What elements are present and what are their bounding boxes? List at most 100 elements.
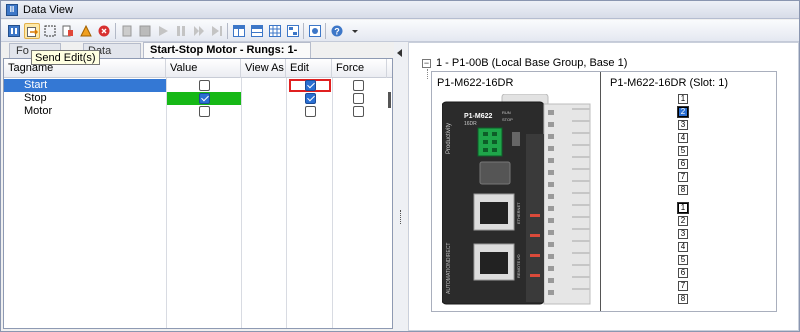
usb-port: [512, 132, 520, 146]
slot-output-2[interactable]: 2: [678, 216, 688, 226]
data-view-app-icon: II: [6, 4, 18, 16]
slot-output-4[interactable]: 4: [678, 242, 688, 252]
toolbar-separator: [325, 23, 326, 39]
slot-output-3[interactable]: 3: [678, 229, 688, 239]
write-icon[interactable]: [78, 23, 94, 39]
view-as-cell[interactable]: [242, 105, 286, 118]
step-forward-icon[interactable]: [191, 23, 207, 39]
pane-splitter[interactable]: [394, 42, 407, 331]
module-model-text: P1-M622: [464, 113, 493, 120]
layout-1-icon[interactable]: [231, 23, 247, 39]
toolbar-separator: [227, 23, 228, 39]
slot-input-6[interactable]: 6: [678, 159, 688, 169]
select-box-icon[interactable]: [42, 23, 58, 39]
tagname-cell-motor[interactable]: Motor: [4, 105, 166, 118]
splitter-grip[interactable]: [400, 210, 401, 224]
slot-input-3[interactable]: 3: [678, 120, 688, 130]
svg-text:?: ?: [334, 27, 340, 37]
edit-cell[interactable]: [287, 105, 332, 118]
slot-input-4[interactable]: 4: [678, 133, 688, 143]
title-bar: II Data View: [1, 1, 799, 19]
toolbar-separator: [303, 23, 304, 39]
force-cell[interactable]: [333, 79, 387, 92]
dropdown-icon[interactable]: [347, 23, 363, 39]
slot-output-8[interactable]: 8: [678, 294, 688, 304]
value-cell[interactable]: [167, 92, 241, 105]
toolbar-separator: [115, 23, 116, 39]
value-checkbox[interactable]: [199, 106, 210, 117]
slot-input-8[interactable]: 8: [678, 185, 688, 195]
column-header-edit[interactable]: Edit: [286, 59, 332, 78]
save-icon[interactable]: [137, 23, 153, 39]
scrollbar-thumb[interactable]: [388, 92, 391, 108]
tag-grid: Tagname Value View As Edit Force Start S…: [3, 58, 393, 329]
force-checkbox[interactable]: [353, 80, 364, 91]
module-name-left: P1-M622-16DR: [437, 77, 514, 89]
tagname-cell-stop[interactable]: Stop: [4, 92, 166, 105]
maker-text: AUTOMATIONDIRECT: [446, 243, 452, 294]
run-label: RUN: [502, 110, 511, 115]
table-row[interactable]: Stop: [4, 92, 387, 105]
edit-checkbox[interactable]: [305, 93, 316, 104]
slot-input-1[interactable]: 1: [678, 94, 688, 104]
slot-output-1[interactable]: 1: [677, 202, 689, 214]
module-panel: P1-M622-16DR P1-M622-16DR (Slot: 1) P1-M…: [431, 71, 777, 312]
base-group-title[interactable]: 1 - P1-00B (Local Base Group, Base 1): [436, 57, 627, 69]
pause-icon[interactable]: [173, 23, 189, 39]
hardware-view: − 1 - P1-00B (Local Base Group, Base 1) …: [408, 42, 799, 331]
doc-icon[interactable]: [119, 23, 135, 39]
view-as-cell[interactable]: [242, 79, 286, 92]
value-cell[interactable]: [167, 105, 241, 118]
edit-checkbox[interactable]: [305, 106, 316, 117]
remote-io-label: REMOTE I/O: [516, 254, 521, 278]
slot-input-2[interactable]: 2: [677, 106, 689, 118]
value-checkbox[interactable]: [199, 80, 210, 91]
slot-output-5[interactable]: 5: [678, 255, 688, 265]
data-view-icon[interactable]: [6, 23, 22, 39]
force-cell[interactable]: [333, 105, 387, 118]
data-view-window: II Data View ? Fo Data Start-Stop Motor …: [0, 0, 800, 332]
module-model-sub-text: 16DR: [464, 121, 477, 127]
toolbar: ?: [1, 20, 799, 42]
tagname-label: Start: [24, 79, 48, 91]
layout-grid-icon[interactable]: [267, 23, 283, 39]
slot-output-7[interactable]: 7: [678, 281, 688, 291]
slot-output-6[interactable]: 6: [678, 268, 688, 278]
vertical-scrollbar[interactable]: [387, 78, 392, 328]
value-checkbox[interactable]: [199, 93, 210, 104]
slot-input-7[interactable]: 7: [678, 172, 688, 182]
plc-module-image[interactable]: P1-M622 16DR Productivity RUN STOP ETHER…: [442, 94, 592, 309]
help-icon[interactable]: ?: [329, 23, 345, 39]
tagname-cell-start[interactable]: Start: [4, 79, 166, 92]
tab-start-stop-motor[interactable]: Start-Stop Motor - Rungs: 1-1.1✕: [143, 42, 311, 68]
stop-red-icon[interactable]: [96, 23, 112, 39]
green-connector: [477, 127, 503, 157]
table-row[interactable]: Motor: [4, 105, 387, 118]
column-header-view-as[interactable]: View As: [241, 59, 286, 78]
sd-slot: [479, 161, 511, 185]
tree-collapse-icon[interactable]: −: [422, 59, 431, 68]
send-edits-tooltip: Send Edit(s): [31, 50, 100, 65]
table-row[interactable]: Start: [4, 79, 387, 92]
options-icon[interactable]: [307, 23, 323, 39]
force-checkbox[interactable]: [353, 106, 364, 117]
read-icon[interactable]: [60, 23, 76, 39]
edit-checkbox[interactable]: [305, 80, 316, 91]
layout-2-icon[interactable]: [249, 23, 265, 39]
window-title: Data View: [23, 4, 73, 16]
collapse-arrow-icon[interactable]: [397, 49, 402, 57]
force-checkbox[interactable]: [353, 93, 364, 104]
layout-tree-icon[interactable]: [285, 23, 301, 39]
tree-connector: [427, 69, 428, 79]
view-as-cell[interactable]: [242, 92, 286, 105]
step-end-icon[interactable]: [209, 23, 225, 39]
play-icon[interactable]: [155, 23, 171, 39]
force-cell[interactable]: [333, 92, 387, 105]
edit-cell[interactable]: [287, 92, 332, 105]
send-edits-icon[interactable]: [24, 23, 40, 39]
column-header-force[interactable]: Force: [332, 59, 387, 78]
slot-input-5[interactable]: 5: [678, 146, 688, 156]
column-header-value[interactable]: Value: [166, 59, 241, 78]
edit-cell[interactable]: [287, 79, 332, 92]
value-cell[interactable]: [167, 79, 241, 92]
